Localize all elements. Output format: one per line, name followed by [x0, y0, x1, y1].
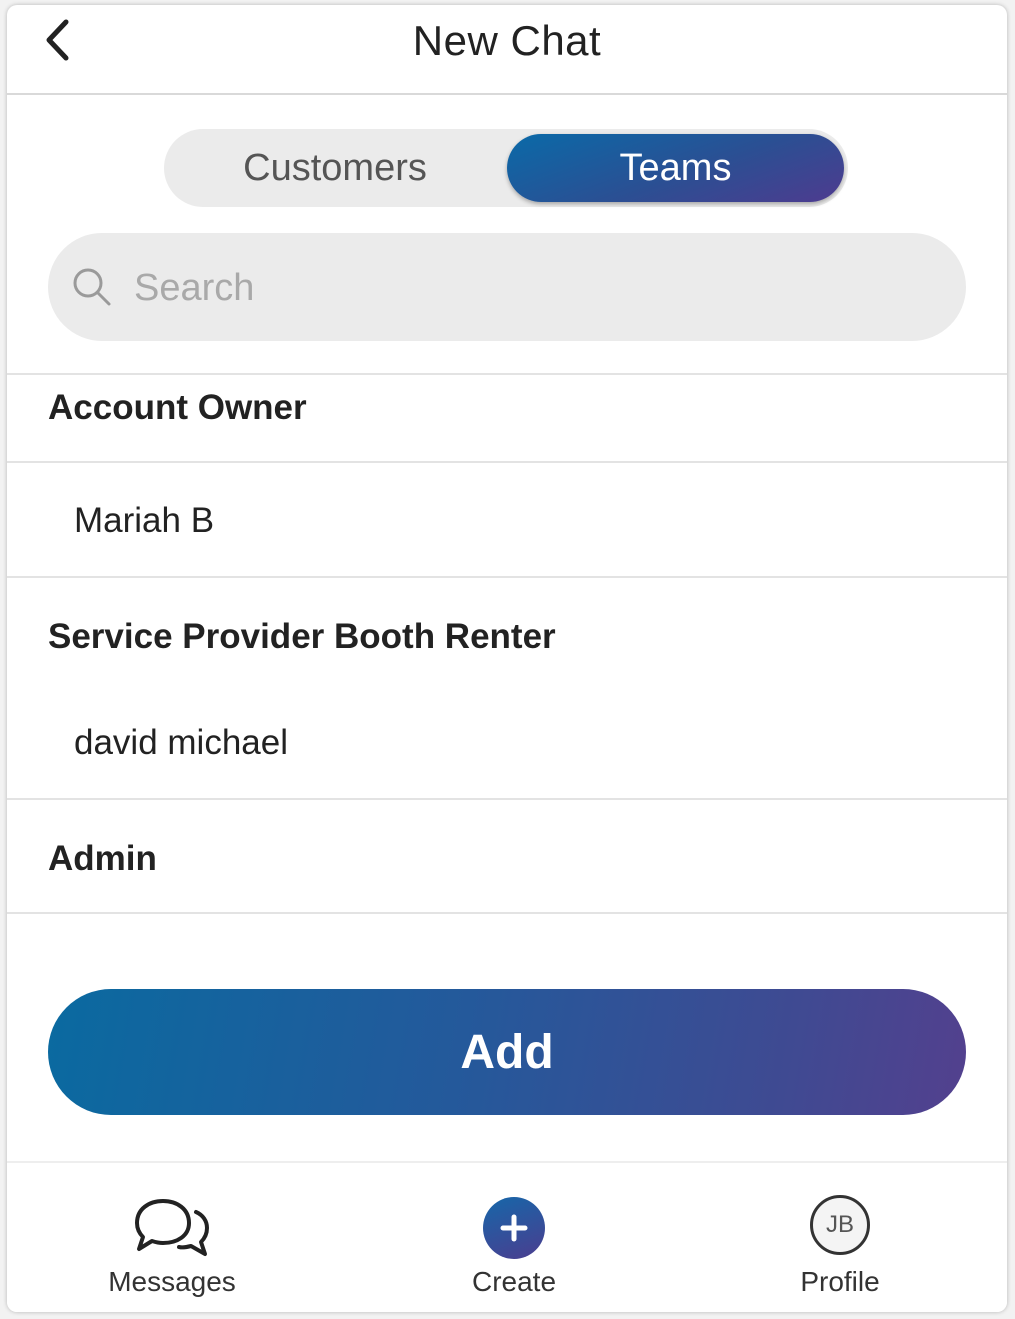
section-heading-admin: Admin — [48, 839, 157, 878]
search-input[interactable] — [132, 233, 936, 343]
create-button-circle — [483, 1197, 545, 1259]
divider — [7, 798, 1007, 800]
avatar-icon: JB — [810, 1195, 870, 1255]
member-name: Mariah B — [74, 501, 215, 540]
chat-bubbles-icon — [135, 1199, 209, 1256]
tab-label-profile: Profile — [800, 1266, 880, 1297]
tab-create[interactable]: Create — [394, 1163, 634, 1312]
search-bar[interactable] — [48, 233, 966, 343]
section-heading-account-owner: Account Owner — [48, 388, 307, 427]
tab-customers[interactable]: Customers — [164, 129, 506, 207]
app-screen: New Chat Customers Teams Account Owner M… — [7, 5, 1007, 1312]
segmented-control: Customers Teams — [164, 129, 848, 207]
header: New Chat — [7, 5, 1007, 95]
divider — [7, 373, 1007, 375]
tab-profile[interactable]: JB Profile — [720, 1163, 960, 1312]
bottom-tab-bar: Messages Create JB Profile — [7, 1161, 1007, 1312]
search-icon — [73, 268, 111, 306]
divider — [7, 912, 1007, 914]
page-title: New Chat — [412, 17, 602, 64]
section-heading-service-provider-booth-renter: Service Provider Booth Renter — [48, 617, 556, 656]
list-item-david-michael[interactable]: david michael — [7, 685, 1007, 797]
divider — [7, 576, 1007, 578]
tab-label-messages: Messages — [108, 1266, 236, 1297]
add-button[interactable]: Add — [48, 989, 966, 1115]
list-item-mariah-b[interactable]: Mariah B — [7, 463, 1007, 576]
member-name: david michael — [74, 723, 288, 762]
plus-icon — [500, 1214, 528, 1242]
tab-label-create: Create — [471, 1266, 557, 1297]
tab-teams[interactable]: Teams — [507, 134, 844, 202]
tab-messages[interactable]: Messages — [52, 1163, 292, 1312]
